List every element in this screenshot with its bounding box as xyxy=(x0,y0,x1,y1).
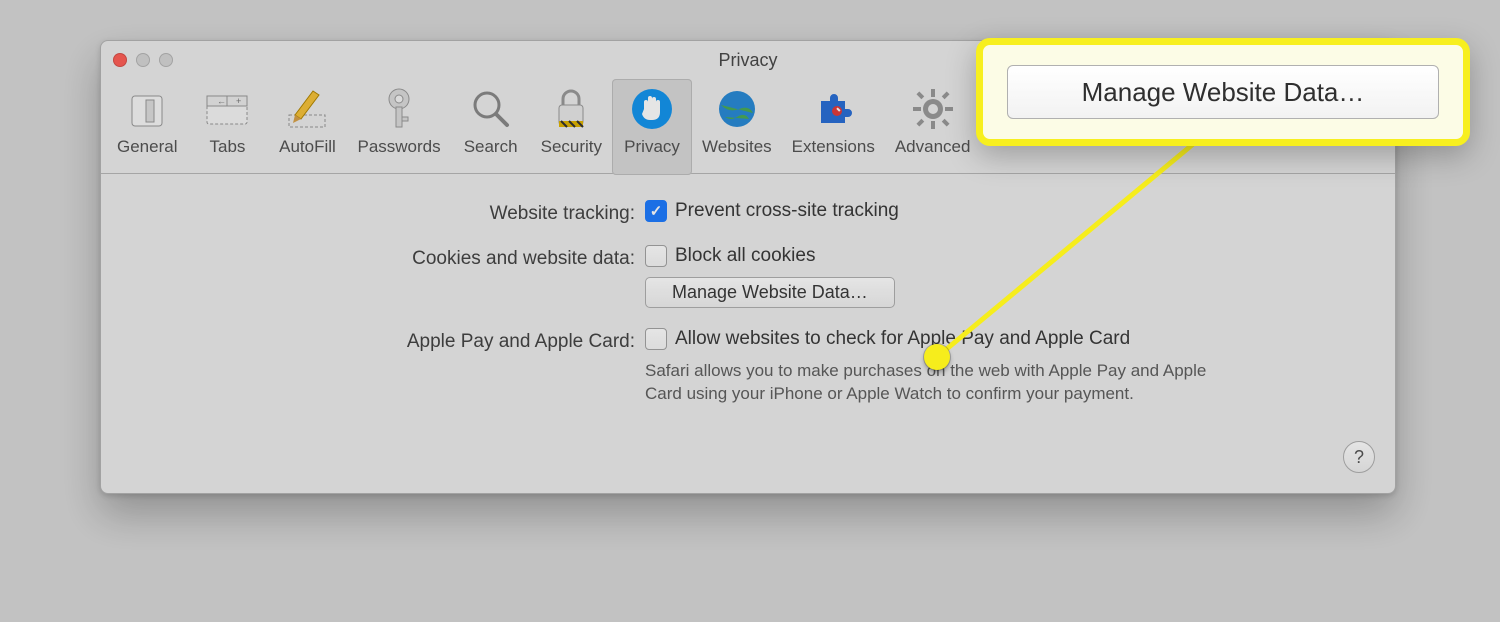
allow-apple-pay-check-checkbox[interactable] xyxy=(645,328,667,350)
key-icon xyxy=(377,81,421,137)
globe-icon xyxy=(715,81,759,137)
tab-websites[interactable]: Websites xyxy=(692,79,782,175)
website-tracking-row: Website tracking: Prevent cross-site tra… xyxy=(101,200,1395,225)
magnifier-icon xyxy=(469,81,513,137)
gear-icon xyxy=(911,81,955,137)
tab-label: Security xyxy=(541,137,602,157)
privacy-pane: Website tracking: Prevent cross-site tra… xyxy=(101,174,1395,406)
tab-label: Extensions xyxy=(792,137,875,157)
window-title: Privacy xyxy=(718,50,777,71)
cookies-row: Cookies and website data: Block all cook… xyxy=(101,245,1395,308)
tab-label: General xyxy=(117,137,177,157)
svg-text:+: + xyxy=(236,96,241,106)
zoom-window-button[interactable] xyxy=(159,53,173,67)
hand-stop-icon xyxy=(630,81,674,137)
callout-highlight-box: Manage Website Data… xyxy=(976,38,1470,146)
cookies-label: Cookies and website data: xyxy=(101,245,645,270)
tab-label: Privacy xyxy=(624,137,680,157)
block-all-cookies-checkbox[interactable] xyxy=(645,245,667,267)
tab-passwords[interactable]: Passwords xyxy=(347,79,450,175)
tabs-icon: ← + xyxy=(203,81,251,137)
pencil-icon xyxy=(283,81,331,137)
tab-extensions[interactable]: Extensions xyxy=(782,79,885,175)
tab-label: Websites xyxy=(702,137,772,157)
apple-pay-row: Apple Pay and Apple Card: Allow websites… xyxy=(101,328,1395,406)
tab-general[interactable]: General xyxy=(107,79,187,175)
tab-autofill[interactable]: AutoFill xyxy=(267,79,347,175)
tab-tabs[interactable]: ← + Tabs xyxy=(187,79,267,175)
website-tracking-label: Website tracking: xyxy=(101,200,645,225)
prevent-cross-site-tracking-text: Prevent cross-site tracking xyxy=(675,200,899,222)
lock-icon xyxy=(549,81,593,137)
tab-security[interactable]: Security xyxy=(531,79,612,175)
tab-privacy[interactable]: Privacy xyxy=(612,79,692,175)
puzzle-icon xyxy=(811,81,855,137)
allow-apple-pay-check-text: Allow websites to check for Apple Pay an… xyxy=(675,328,1130,350)
tab-label: Advanced xyxy=(895,137,971,157)
tab-advanced[interactable]: Advanced xyxy=(885,79,981,175)
switch-icon xyxy=(126,81,168,137)
tab-label: Passwords xyxy=(357,137,440,157)
manage-website-data-button[interactable]: Manage Website Data… xyxy=(645,277,895,308)
callout-highlight-dot xyxy=(924,344,950,370)
block-all-cookies-text: Block all cookies xyxy=(675,245,815,267)
tab-search[interactable]: Search xyxy=(451,79,531,175)
tab-label: AutoFill xyxy=(279,137,336,157)
close-window-button[interactable] xyxy=(113,53,127,67)
minimize-window-button[interactable] xyxy=(136,53,150,67)
tab-label: Tabs xyxy=(210,137,246,157)
apple-pay-label: Apple Pay and Apple Card: xyxy=(101,328,645,353)
tab-label: Search xyxy=(464,137,518,157)
callout-manage-website-data-button: Manage Website Data… xyxy=(1007,65,1439,119)
window-controls xyxy=(113,53,173,67)
help-button[interactable]: ? xyxy=(1343,441,1375,473)
svg-text:←: ← xyxy=(217,96,226,106)
prevent-cross-site-tracking-checkbox[interactable] xyxy=(645,200,667,222)
